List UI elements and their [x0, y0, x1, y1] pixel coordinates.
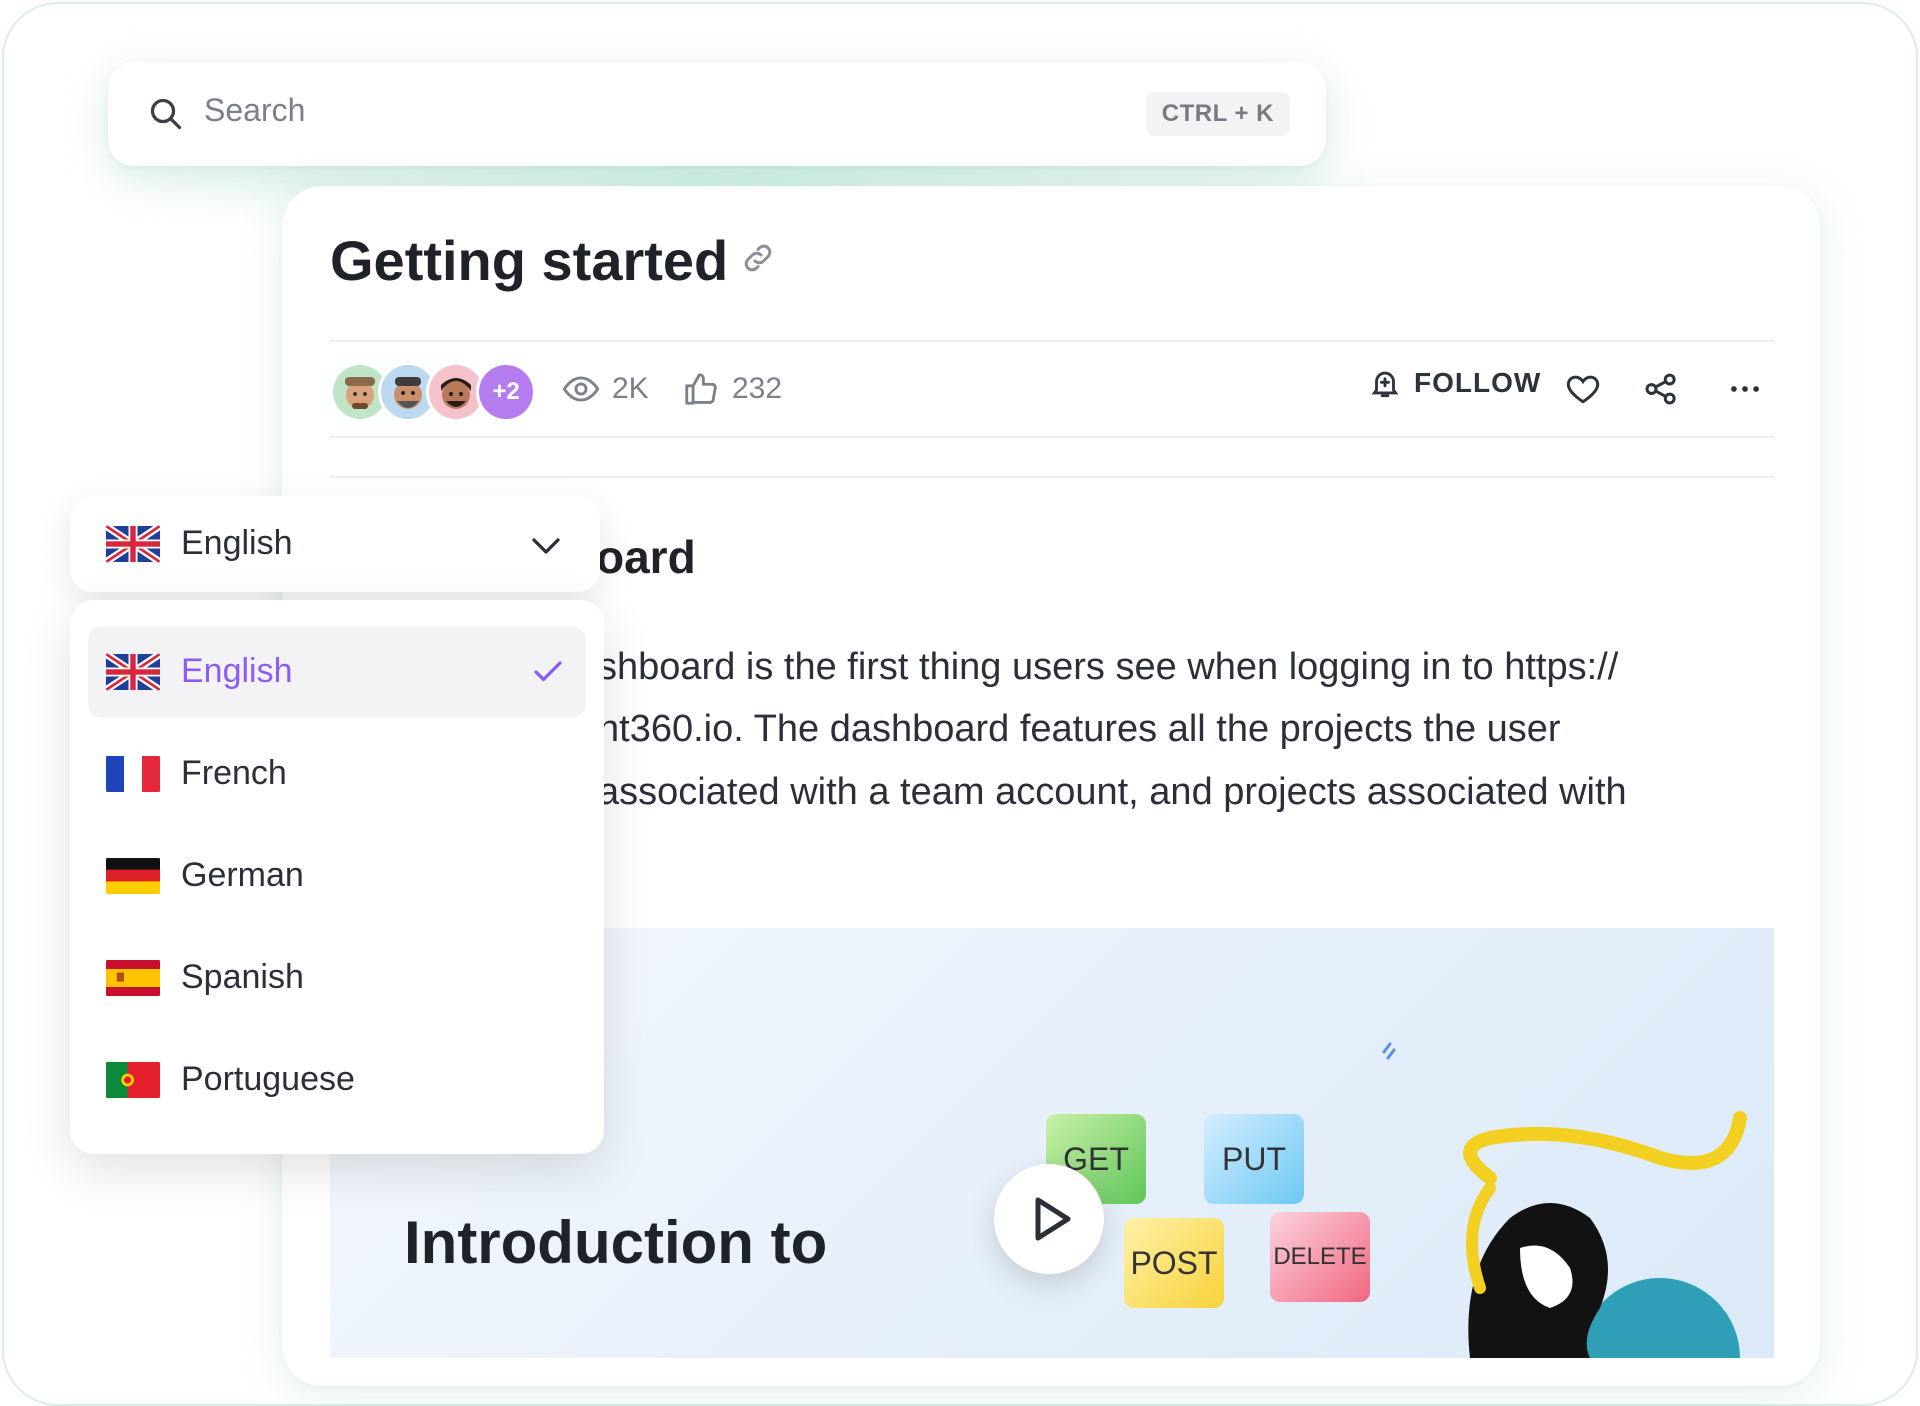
- search-bar[interactable]: Search CTRL + K: [108, 62, 1326, 166]
- checkmark-icon: [534, 661, 562, 682]
- paragraph-line: nt360.io. The dashboard features all the…: [598, 708, 1561, 750]
- post-chip: POST: [1124, 1218, 1224, 1308]
- language-option-spanish[interactable]: Spanish: [88, 932, 586, 1024]
- paragraph-line: associated with a team account, and proj…: [598, 771, 1627, 813]
- france-flag-icon: [106, 756, 160, 792]
- language-menu: English French German Spanish Portuguese: [70, 600, 604, 1154]
- paragraph-line: shboard is the first thing users see whe…: [598, 646, 1619, 688]
- language-option-label: German: [181, 856, 304, 894]
- section-heading: oard: [596, 531, 696, 583]
- search-icon: [150, 98, 182, 130]
- language-option-german[interactable]: German: [88, 830, 586, 922]
- follow-button[interactable]: FOLLOW: [1368, 366, 1541, 400]
- uk-flag-icon: [106, 652, 160, 692]
- thumbs-up-icon[interactable]: [682, 370, 720, 408]
- likes-count: 232: [732, 372, 783, 405]
- follow-label: FOLLOW: [1414, 367, 1542, 398]
- more-options-icon[interactable]: [1726, 370, 1764, 408]
- selected-language-label: English: [181, 524, 293, 562]
- search-input[interactable]: Search: [204, 92, 305, 129]
- divider: [330, 436, 1774, 438]
- spain-flag-icon: [106, 960, 160, 996]
- bell-icon: [1371, 371, 1399, 398]
- eye-icon: [562, 376, 600, 402]
- chevron-down-icon[interactable]: [526, 528, 566, 564]
- link-icon[interactable]: [740, 240, 776, 276]
- language-option-label: English: [181, 652, 293, 690]
- language-option-label: Spanish: [181, 958, 304, 996]
- language-option-portuguese[interactable]: Portuguese: [88, 1034, 586, 1126]
- search-shortcut-badge: CTRL + K: [1145, 92, 1290, 136]
- play-icon: [1035, 1197, 1071, 1241]
- put-chip: PUT: [1204, 1114, 1304, 1204]
- share-icon[interactable]: [1642, 370, 1680, 408]
- language-option-french[interactable]: French: [88, 728, 586, 820]
- divider: [330, 476, 1774, 478]
- language-select[interactable]: English: [70, 496, 600, 592]
- views-stat: 2K: [562, 370, 649, 408]
- uk-flag-icon: [106, 524, 160, 564]
- video-title: Introduction to: [404, 1209, 828, 1276]
- divider: [330, 340, 1774, 342]
- likes-stat[interactable]: 232: [682, 370, 782, 408]
- language-option-label: Portuguese: [181, 1060, 355, 1098]
- contributor-avatars[interactable]: +2: [330, 362, 540, 422]
- heart-icon[interactable]: [1564, 370, 1602, 408]
- play-button[interactable]: [994, 1164, 1104, 1274]
- language-option-english[interactable]: English: [88, 626, 586, 718]
- germany-flag-icon: [106, 858, 160, 894]
- illustration-figure: [1382, 1042, 1747, 1358]
- views-count: 2K: [612, 372, 649, 405]
- language-option-label: French: [181, 754, 287, 792]
- page-title: Getting started: [330, 229, 729, 292]
- portugal-flag-icon: [106, 1062, 160, 1098]
- avatar-overflow-count: +2: [476, 362, 536, 422]
- delete-chip: DELETE: [1270, 1212, 1370, 1302]
